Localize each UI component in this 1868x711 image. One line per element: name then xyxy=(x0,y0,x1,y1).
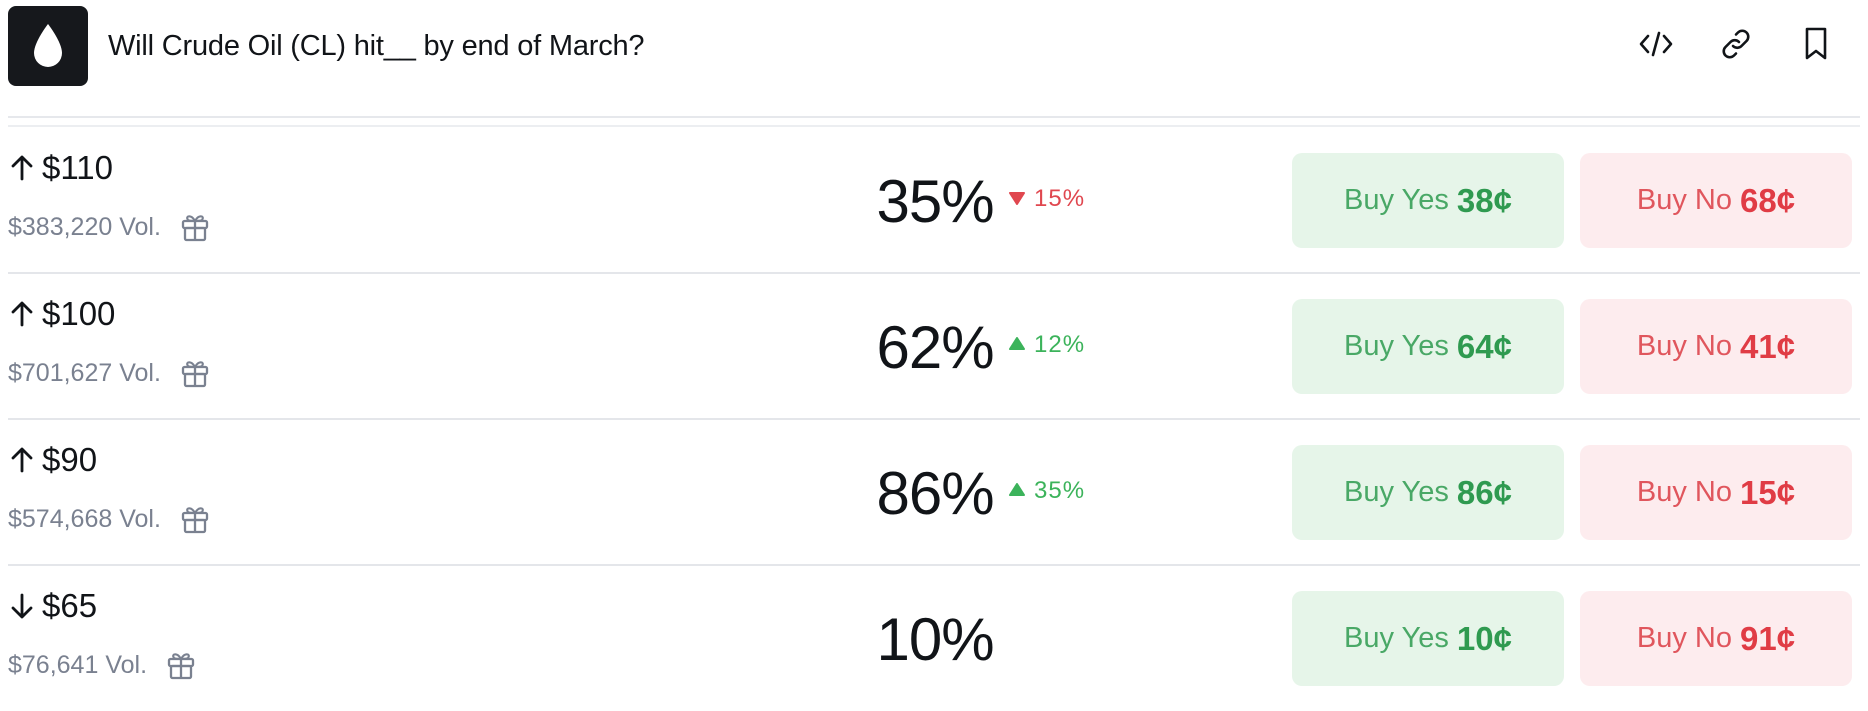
market-probability: 10% xyxy=(876,606,994,673)
market-row[interactable]: $90 $574,668 Vol. 86% 35% Buy Yes 86¢ Bu… xyxy=(0,419,1868,565)
market-volume-group: $383,220 Vol. xyxy=(8,211,211,243)
change-value: 35% xyxy=(1034,477,1086,504)
buy-yes-label: Buy Yes xyxy=(1344,184,1449,216)
arrow-up-icon xyxy=(8,299,36,329)
probability-change: 12% xyxy=(1008,331,1085,359)
probability-change: 15% xyxy=(1008,185,1085,213)
buy-no-price: 68¢ xyxy=(1740,181,1796,219)
market-header: Will Crude Oil (CL) hit__ by end of Marc… xyxy=(0,0,1868,96)
buy-no-button[interactable]: Buy No 15¢ xyxy=(1580,445,1852,540)
buy-no-price: 41¢ xyxy=(1740,327,1796,365)
buy-no-price: 91¢ xyxy=(1740,619,1796,657)
market-row[interactable]: $65 $76,641 Vol. 10% Buy Yes 10¢ Buy No xyxy=(0,565,1868,711)
header-divider xyxy=(8,116,1860,118)
arrow-up-icon xyxy=(8,153,36,183)
market-threshold: $110 xyxy=(42,149,113,186)
link-icon xyxy=(1722,29,1750,59)
gift-icon[interactable] xyxy=(179,211,211,243)
buy-yes-label: Buy Yes xyxy=(1344,476,1449,508)
market-label: $65 xyxy=(8,587,97,625)
buy-no-button[interactable]: Buy No 91¢ xyxy=(1580,591,1852,686)
buy-no-button[interactable]: Buy No 68¢ xyxy=(1580,153,1852,248)
buy-yes-button[interactable]: Buy Yes 38¢ xyxy=(1292,153,1564,248)
gift-icon[interactable] xyxy=(179,357,211,389)
buy-yes-button[interactable]: Buy Yes 86¢ xyxy=(1292,445,1564,540)
triangle-up-icon xyxy=(1008,477,1026,505)
market-label: $110 xyxy=(8,149,113,187)
market-threshold: $90 xyxy=(42,441,98,478)
bookmark-button[interactable] xyxy=(1796,24,1836,64)
buy-no-label: Buy No xyxy=(1636,476,1733,508)
buy-yes-price: 64¢ xyxy=(1456,327,1512,365)
market-volume: $76,641 Vol. xyxy=(8,650,148,679)
market-row[interactable]: $110 $383,220 Vol. 35% 15% Buy Yes 38¢ B… xyxy=(0,127,1868,273)
market-threshold: $65 xyxy=(42,587,98,624)
copy-link-button[interactable] xyxy=(1716,24,1756,64)
market-volume-group: $76,641 Vol. xyxy=(8,649,197,681)
probability-change: 35% xyxy=(1008,477,1085,505)
market-row[interactable]: $100 $701,627 Vol. 62% 12% Buy Yes 64¢ B… xyxy=(0,273,1868,419)
market-label: $90 xyxy=(8,441,97,479)
embed-code-button[interactable] xyxy=(1636,24,1676,64)
buy-no-label: Buy No xyxy=(1636,622,1733,654)
market-label: $100 xyxy=(8,295,115,333)
code-icon xyxy=(1639,31,1673,57)
buy-no-label: Buy No xyxy=(1636,330,1733,362)
buy-yes-label: Buy Yes xyxy=(1344,622,1449,654)
gift-icon[interactable] xyxy=(165,649,197,681)
buy-yes-label: Buy Yes xyxy=(1344,330,1449,362)
market-volume: $383,220 Vol. xyxy=(8,212,161,241)
triangle-down-icon xyxy=(1008,185,1026,213)
buy-no-button[interactable]: Buy No 41¢ xyxy=(1580,299,1852,394)
buy-yes-price: 10¢ xyxy=(1456,619,1512,657)
change-value: 15% xyxy=(1034,185,1086,212)
change-value: 12% xyxy=(1034,331,1086,358)
oil-drop-icon xyxy=(8,6,88,86)
market-threshold: $100 xyxy=(42,295,116,332)
market-probability: 86% xyxy=(876,460,994,527)
market-volume-group: $701,627 Vol. xyxy=(8,357,211,389)
market-volume: $574,668 Vol. xyxy=(8,504,161,533)
market-probability: 35% xyxy=(876,168,994,235)
buy-no-price: 15¢ xyxy=(1740,473,1796,511)
buy-yes-price: 38¢ xyxy=(1456,181,1512,219)
buy-yes-button[interactable]: Buy Yes 64¢ xyxy=(1292,299,1564,394)
buy-no-label: Buy No xyxy=(1636,184,1733,216)
market-volume-group: $574,668 Vol. xyxy=(8,503,211,535)
triangle-up-icon xyxy=(1008,331,1026,359)
arrow-down-icon xyxy=(8,591,36,621)
arrow-up-icon xyxy=(8,445,36,475)
market-probability: 62% xyxy=(876,314,994,381)
page-title: Will Crude Oil (CL) hit__ by end of Marc… xyxy=(108,30,645,62)
bookmark-icon xyxy=(1805,27,1827,60)
gift-icon[interactable] xyxy=(179,503,211,535)
buy-yes-button[interactable]: Buy Yes 10¢ xyxy=(1292,591,1564,686)
buy-yes-price: 86¢ xyxy=(1456,473,1512,511)
market-volume: $701,627 Vol. xyxy=(8,358,161,387)
